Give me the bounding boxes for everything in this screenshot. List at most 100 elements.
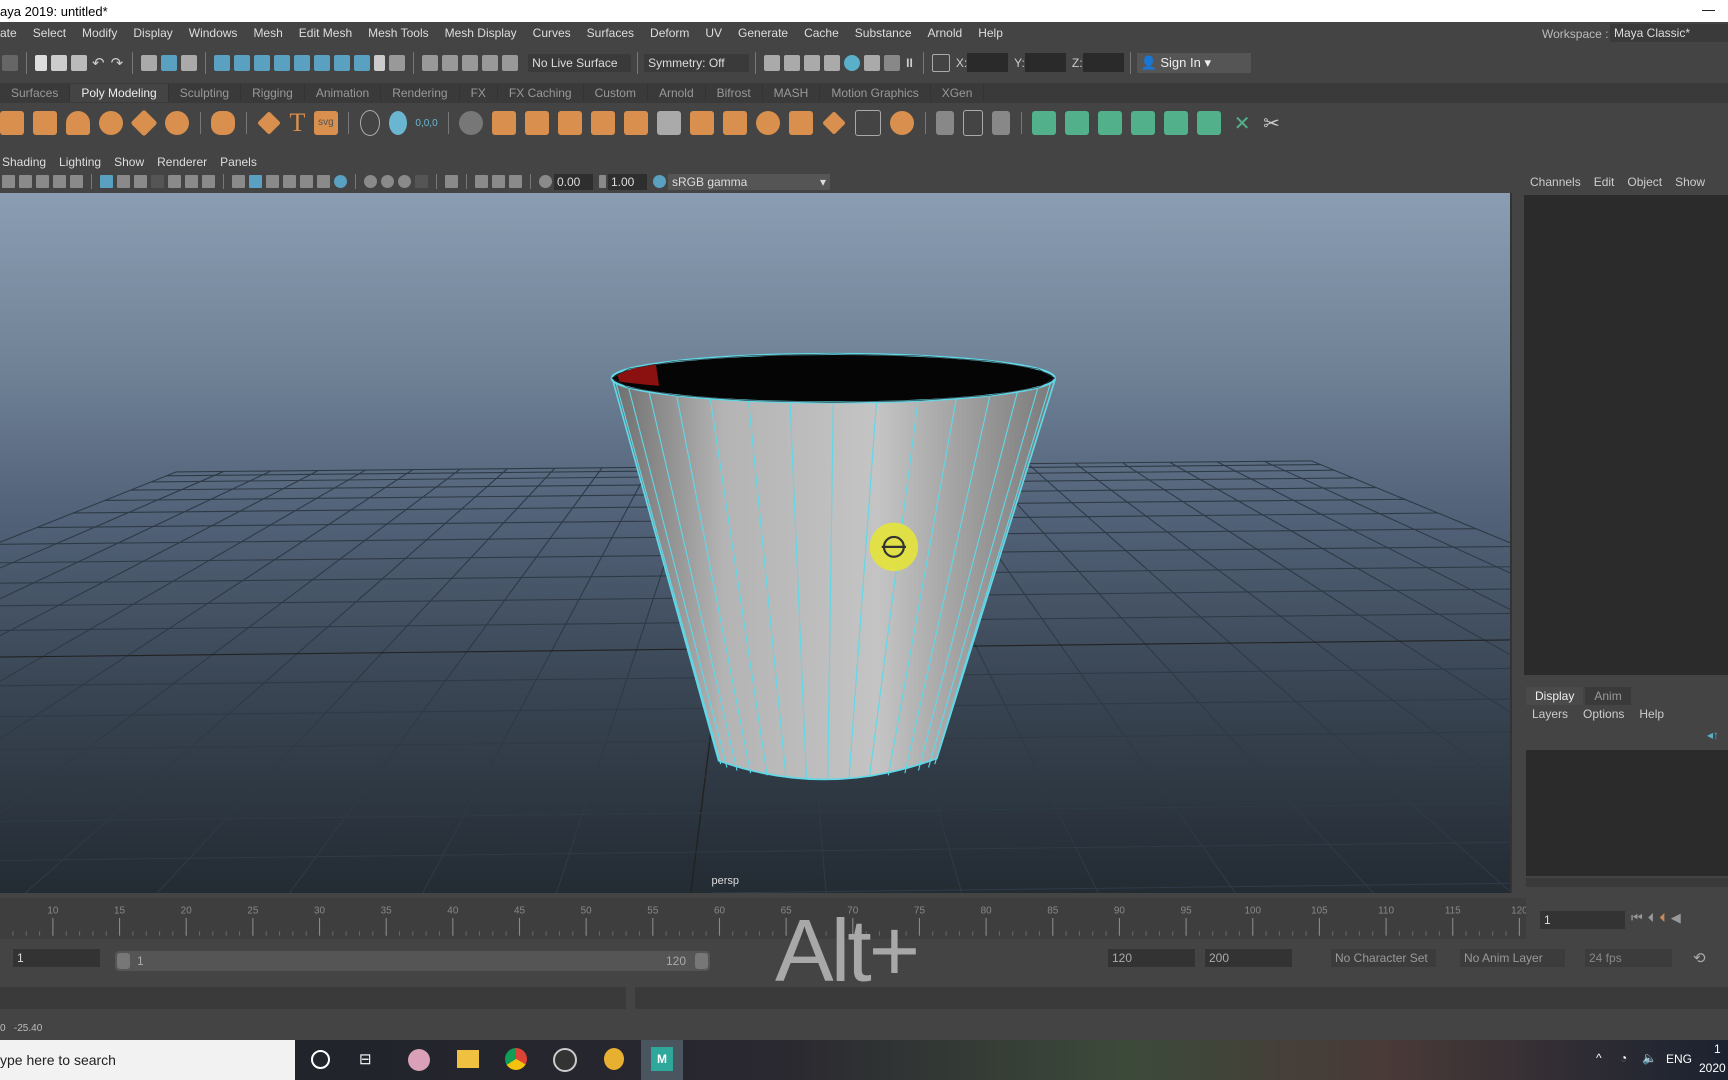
- range-slider[interactable]: 1 120: [115, 951, 710, 971]
- render-view-icon[interactable]: [764, 54, 781, 71]
- transform-mode-icon[interactable]: [931, 53, 950, 72]
- lock-icon[interactable]: [374, 54, 386, 71]
- menu-generate[interactable]: Generate: [738, 26, 788, 40]
- unfold-icon[interactable]: [1164, 111, 1189, 135]
- pause-icon[interactable]: II: [906, 56, 913, 70]
- volume-icon[interactable]: 🔈: [1642, 1051, 1657, 1065]
- cut-uv-icon[interactable]: ✂: [1263, 111, 1281, 135]
- xray-icon[interactable]: [475, 175, 488, 188]
- cup-body[interactable]: [611, 379, 1056, 781]
- use-lights-icon[interactable]: [317, 175, 330, 188]
- shelf-tab-rendering[interactable]: Rendering: [381, 84, 460, 102]
- step-back-key-icon[interactable]: ⏴: [1659, 910, 1666, 926]
- poly-cube-icon[interactable]: [0, 111, 24, 135]
- shelf-tab-arnold[interactable]: Arnold: [648, 84, 706, 102]
- xray-active-icon[interactable]: [509, 175, 522, 188]
- mode-dropdown-icon[interactable]: [2, 54, 18, 71]
- edit-menu[interactable]: Edit: [1594, 175, 1615, 189]
- menu-surfaces[interactable]: Surfaces: [587, 26, 634, 40]
- bevel-icon[interactable]: [690, 111, 715, 135]
- paint-app-icon[interactable]: [408, 1049, 430, 1071]
- depth-of-field-icon[interactable]: [415, 175, 428, 188]
- shelf-tab-bifrost[interactable]: Bifrost: [706, 84, 763, 102]
- select-object-icon[interactable]: [161, 54, 178, 71]
- clock-time[interactable]: 1: [1714, 1042, 1721, 1056]
- ipr-render-icon[interactable]: [804, 54, 821, 71]
- go-to-start-icon[interactable]: ⏮: [1631, 910, 1643, 926]
- isolate-select-icon[interactable]: [445, 175, 458, 188]
- viewport-menu-shading[interactable]: Shading: [2, 155, 46, 169]
- anim-layer-dropdown[interactable]: No Anim Layer: [1460, 949, 1565, 967]
- play-backwards-icon[interactable]: ◀: [1671, 910, 1681, 926]
- color-management-icon[interactable]: [653, 175, 666, 188]
- shelf-tab-animation[interactable]: Animation: [305, 84, 382, 102]
- platonic-solid-icon[interactable]: [211, 111, 235, 135]
- open-scene-icon[interactable]: [51, 54, 67, 71]
- menu-uv[interactable]: UV: [705, 26, 722, 40]
- select-lock-icon[interactable]: [389, 54, 406, 71]
- range-end-handle[interactable]: [695, 953, 708, 969]
- textured-icon[interactable]: [300, 175, 313, 188]
- image-plane-icon[interactable]: [36, 175, 49, 188]
- shelf-tab-rigging[interactable]: Rigging: [241, 84, 305, 102]
- perspective-viewport[interactable]: persp: [0, 193, 1512, 893]
- shelf-tab-fx[interactable]: FX: [460, 84, 498, 102]
- y-input[interactable]: [1024, 53, 1066, 72]
- menu-windows[interactable]: Windows: [189, 26, 238, 40]
- append-icon[interactable]: [822, 111, 847, 135]
- menu-select[interactable]: Select: [33, 26, 66, 40]
- type-tool-icon[interactable]: T: [290, 108, 306, 138]
- wireframe-on-shaded-icon[interactable]: [283, 175, 296, 188]
- mirror-icon[interactable]: [525, 111, 550, 135]
- wireframe-icon[interactable]: [232, 175, 245, 188]
- stitch-icon[interactable]: ✕: [1230, 111, 1254, 135]
- shelf-tab-mash[interactable]: MASH: [763, 84, 821, 102]
- layer-scrollbar[interactable]: [1526, 878, 1728, 887]
- snap-live-icon[interactable]: [314, 54, 331, 71]
- scene-end-input[interactable]: 200: [1205, 949, 1292, 967]
- combine-icon[interactable]: [459, 111, 484, 135]
- shelf-tab-surfaces[interactable]: Surfaces: [0, 84, 71, 102]
- snap-point-icon[interactable]: [254, 54, 271, 71]
- symmetry-dropdown[interactable]: Symmetry: Off: [644, 53, 750, 72]
- z-input[interactable]: [1082, 53, 1124, 72]
- chrome-icon[interactable]: [505, 1048, 527, 1070]
- bridge-icon[interactable]: [756, 111, 781, 135]
- menu-mesh[interactable]: Mesh: [253, 26, 282, 40]
- measure-tool-icon[interactable]: [359, 110, 380, 136]
- menu-display[interactable]: Display: [133, 26, 172, 40]
- snap-pivot-icon[interactable]: [388, 111, 407, 135]
- snap-surface-icon[interactable]: [274, 54, 291, 71]
- shelf-tab-poly-modeling[interactable]: Poly Modeling: [70, 84, 169, 102]
- time-slider[interactable]: 10 15 20 25 30 35 40 45 50 55 60 65 70 75 80 85 90 95 100 1…: [0, 898, 1526, 939]
- menu-arnold[interactable]: Arnold: [928, 26, 963, 40]
- help-menu[interactable]: Help: [1639, 707, 1664, 721]
- auto-map-icon[interactable]: [1131, 111, 1156, 135]
- sculpt-icon[interactable]: [890, 111, 915, 135]
- bounding-box-icon[interactable]: [855, 110, 882, 136]
- gate-mask-icon[interactable]: [151, 175, 164, 188]
- bookmark-icon[interactable]: [19, 175, 32, 188]
- xray-joints-icon[interactable]: [492, 175, 505, 188]
- hypershade-icon[interactable]: [844, 54, 861, 71]
- light-editor-icon[interactable]: [884, 54, 901, 71]
- time-slider-ticks[interactable]: 10 15 20 25 30 35 40 45 50 55 60 65 70 75 80 85 90 95 100 1…: [0, 898, 1526, 939]
- current-frame-input[interactable]: 1: [1540, 911, 1625, 929]
- viewport-menu-lighting[interactable]: Lighting: [59, 155, 101, 169]
- menu-substance[interactable]: Substance: [855, 26, 912, 40]
- separate-icon[interactable]: [492, 111, 517, 135]
- freeze-transform-icon[interactable]: 0,0,0: [415, 118, 437, 129]
- ambient-occlusion-icon[interactable]: [364, 175, 377, 188]
- options-menu[interactable]: Options: [1583, 707, 1624, 721]
- show-menu[interactable]: Show: [1675, 175, 1705, 189]
- menu-edit-mesh[interactable]: Edit Mesh: [299, 26, 352, 40]
- rotate-icon[interactable]: [502, 54, 519, 71]
- object-menu[interactable]: Object: [1627, 175, 1662, 189]
- menu-help[interactable]: Help: [978, 26, 1003, 40]
- default-material-icon[interactable]: [266, 175, 279, 188]
- boolean-icon[interactable]: [624, 111, 649, 135]
- shelf-tab-sculpting[interactable]: Sculpting: [169, 84, 242, 102]
- undo-icon[interactable]: ↶: [92, 54, 105, 72]
- render-current-icon[interactable]: [784, 54, 801, 71]
- grease-pencil-icon[interactable]: [70, 175, 83, 188]
